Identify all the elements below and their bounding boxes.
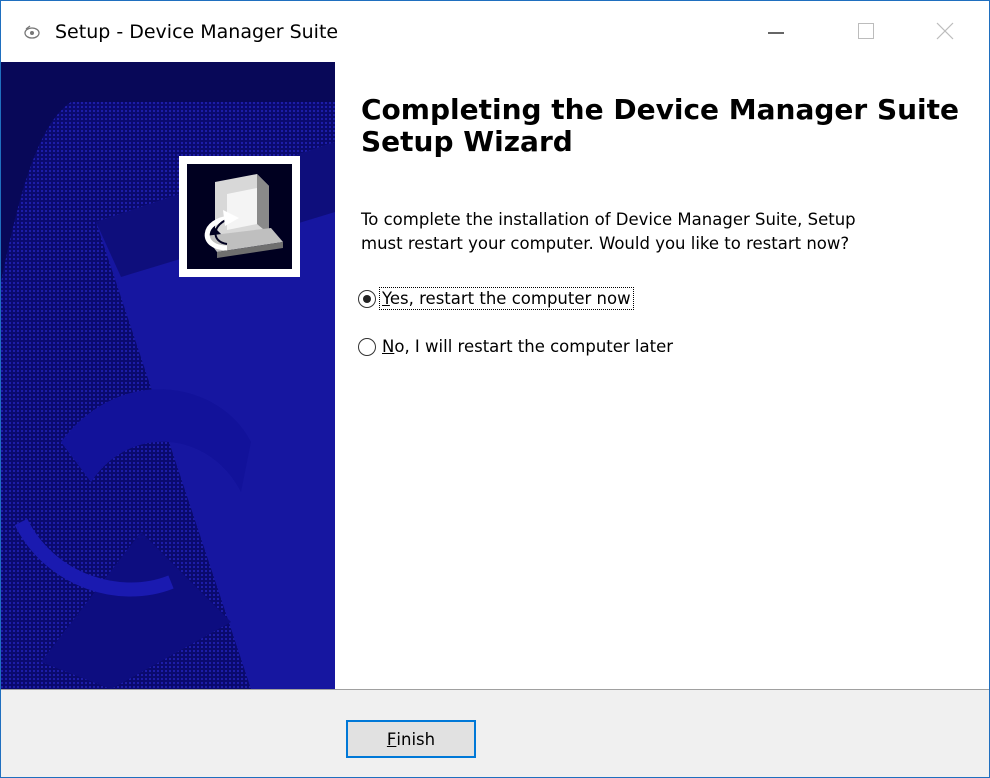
setup-app-icon — [24, 25, 40, 39]
minimize-icon — [768, 32, 784, 34]
restart-later-radio[interactable]: No, I will restart the computer later — [358, 336, 675, 357]
wizard-sidebar-image — [1, 62, 335, 689]
restart-now-text: es, restart the computer now — [389, 289, 631, 308]
restart-later-accelerator: N — [382, 337, 395, 356]
computer-install-icon — [204, 174, 283, 258]
finish-label: inish — [396, 729, 436, 749]
minimize-button[interactable] — [731, 1, 821, 61]
restart-later-text: o, I will restart the computer later — [394, 337, 674, 356]
wizard-heading: Completing the Device Manager Suite Setu… — [361, 93, 960, 158]
restart-now-radio[interactable]: Yes, restart the computer now — [358, 287, 634, 310]
window-title: Setup - Device Manager Suite — [55, 21, 339, 43]
wizard-content: Completing the Device Manager Suite Setu… — [335, 62, 989, 689]
finish-accelerator: F — [386, 729, 397, 749]
radio-selected-icon — [358, 289, 376, 308]
finish-button[interactable]: Finish — [346, 720, 476, 758]
wizard-footer: Finish — [1, 690, 989, 777]
radio-dot — [363, 294, 371, 303]
restart-later-label[interactable]: No, I will restart the computer later — [380, 336, 675, 357]
setup-logo-frame — [179, 156, 300, 277]
maximize-button[interactable] — [821, 1, 911, 61]
maximize-icon — [858, 23, 874, 39]
close-icon — [936, 22, 954, 40]
title-bar[interactable]: Setup - Device Manager Suite — [1, 1, 989, 61]
restart-now-label[interactable]: Yes, restart the computer now — [379, 287, 634, 310]
close-button[interactable] — [901, 1, 989, 61]
radio-unselected-icon — [358, 337, 376, 356]
restart-now-accelerator: Y — [382, 289, 390, 308]
setup-logo — [187, 164, 292, 269]
setup-window: Setup - Device Manager Suite Completing … — [0, 0, 990, 778]
wizard-description: To complete the installation of Device M… — [361, 210, 856, 253]
